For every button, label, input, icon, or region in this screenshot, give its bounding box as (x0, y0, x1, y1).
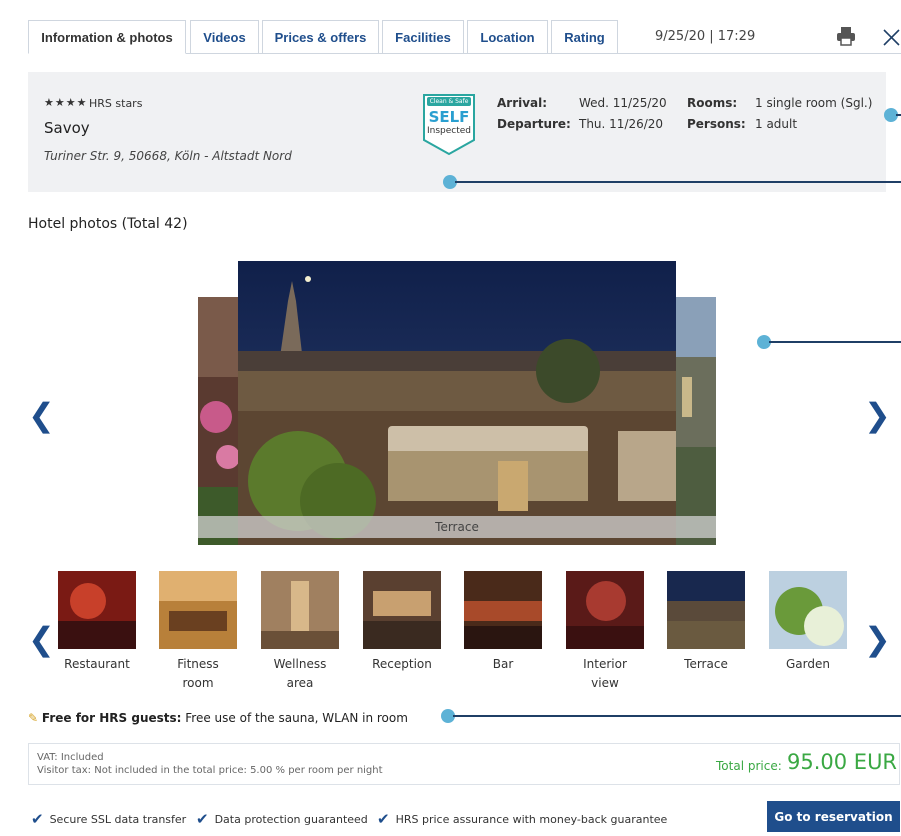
thumbnail-label: Terrace (684, 657, 728, 671)
checkmark-icon: ✔ (377, 810, 390, 828)
thumbnail-label: Garden (786, 657, 830, 671)
annotation-line (455, 181, 901, 183)
persons-value: 1 adult (755, 117, 798, 131)
thumbnail-label: Bar (492, 657, 514, 671)
thumbnail-restaurant[interactable] (58, 571, 136, 649)
arrival-label: Arrival: (497, 96, 548, 110)
vat-text: VAT: Included (37, 752, 104, 763)
departure-label: Departure: (497, 117, 571, 131)
departure-value: Thu. 11/26/20 (579, 117, 664, 131)
badge-sub-text: Inspected (426, 126, 472, 136)
badge-top-text: Clean & Safe (429, 98, 469, 105)
chevron-right-icon[interactable]: ❯ (864, 620, 891, 658)
rooms-label: Rooms: (687, 96, 738, 110)
thumbnail-label: Restaurant (64, 657, 130, 671)
thumbnail-label-text: Interior view (583, 657, 627, 690)
tab-prices-offers[interactable]: Prices & offers (262, 20, 379, 53)
thumbnail-label: Wellness area (250, 655, 350, 693)
thumbnail-label-text: Wellness area (273, 657, 327, 690)
tab-location[interactable]: Location (467, 20, 548, 53)
assurance-text: HRS price assurance with money-back guar… (395, 812, 668, 826)
photo-caption-text: Terrace (435, 520, 479, 534)
thumbnail-label: Reception (372, 657, 432, 671)
checkmark-icon: ✔ (196, 810, 209, 828)
badge-main-text: SELF (428, 108, 470, 126)
thumbnail-wellness-area[interactable] (261, 571, 339, 649)
printer-icon[interactable] (836, 26, 856, 46)
stars-label: HRS stars (89, 97, 143, 110)
tab-facilities[interactable]: Facilities (382, 20, 464, 53)
pencil-icon: ✎ (28, 711, 39, 725)
free-label: Free for HRS guests: (41, 711, 182, 725)
go-to-reservation-button[interactable]: Go to reservation (767, 801, 900, 832)
thumbnail-garden[interactable] (769, 571, 847, 649)
rooms-value: 1 single room (Sgl.) (755, 96, 873, 110)
tab-videos[interactable]: Videos (190, 20, 259, 53)
thumbnail-interior-view[interactable] (566, 571, 644, 649)
tax-info: VAT: Included Visitor tax: Not included … (37, 751, 383, 777)
visitor-tax-value: 5.00 % per room per night (250, 765, 383, 776)
chevron-left-icon[interactable]: ❮ (28, 396, 55, 434)
thumbnail-label: Interior view (555, 655, 655, 693)
chevron-left-icon[interactable]: ❮ (28, 620, 55, 658)
main-photo[interactable] (238, 261, 676, 545)
assurance-price: ✔ HRS price assurance with money-back gu… (377, 810, 667, 828)
persons-label: Persons: (687, 117, 746, 131)
tab-rating[interactable]: Rating (551, 20, 618, 53)
next-photo-preview[interactable] (674, 297, 716, 545)
total-price-value: 95.00 EUR (787, 750, 898, 774)
annotation-line (896, 114, 901, 116)
annotation-line (453, 715, 901, 717)
free-text: Free use of the sauna, WLAN in room (185, 711, 408, 725)
star-rating: ★★★★ (44, 96, 88, 109)
assurance-text: Secure SSL data transfer (49, 812, 187, 826)
hotel-address: Turiner Str. 9, 50668, Köln - Altstadt N… (44, 149, 292, 163)
self-inspected-badge: Clean & Safe SELF Inspected (421, 92, 477, 156)
thumbnail-label: Fitness room (148, 655, 248, 693)
assurance-ssl: ✔ Secure SSL data transfer (31, 810, 186, 828)
assurance-text: Data protection guaranteed (214, 812, 368, 826)
chevron-right-icon[interactable]: ❯ (864, 396, 891, 434)
visitor-tax-label: Visitor tax: Not included in the total p… (37, 765, 247, 776)
total-price-label: Total price: (716, 759, 782, 773)
thumbnail-fitness-room[interactable] (159, 571, 237, 649)
close-icon[interactable] (882, 28, 901, 47)
gallery-title: Hotel photos (Total 42) (28, 216, 188, 232)
previous-photo-preview[interactable] (198, 297, 240, 545)
thumbnail-label-text: Fitness room (177, 657, 219, 690)
annotation-line (769, 341, 901, 343)
tab-bar: Information & photos Videos Prices & off… (0, 0, 901, 58)
timestamp: 9/25/20 | 17:29 (655, 29, 756, 44)
visitor-tax: Visitor tax: Not included in the total p… (37, 764, 383, 777)
photo-caption: Terrace (198, 516, 716, 538)
thumbnail-reception[interactable] (363, 571, 441, 649)
assurance-data-protection: ✔ Data protection guaranteed (196, 810, 368, 828)
checkmark-icon: ✔ (31, 810, 44, 828)
thumbnail-bar[interactable] (464, 571, 542, 649)
thumbnail-terrace[interactable] (667, 571, 745, 649)
free-services: ✎ Free for HRS guests: Free use of the s… (28, 711, 408, 725)
hotel-name: Savoy (44, 119, 90, 137)
arrival-value: Wed. 11/25/20 (579, 96, 667, 110)
tab-information-photos[interactable]: Information & photos (28, 20, 186, 54)
